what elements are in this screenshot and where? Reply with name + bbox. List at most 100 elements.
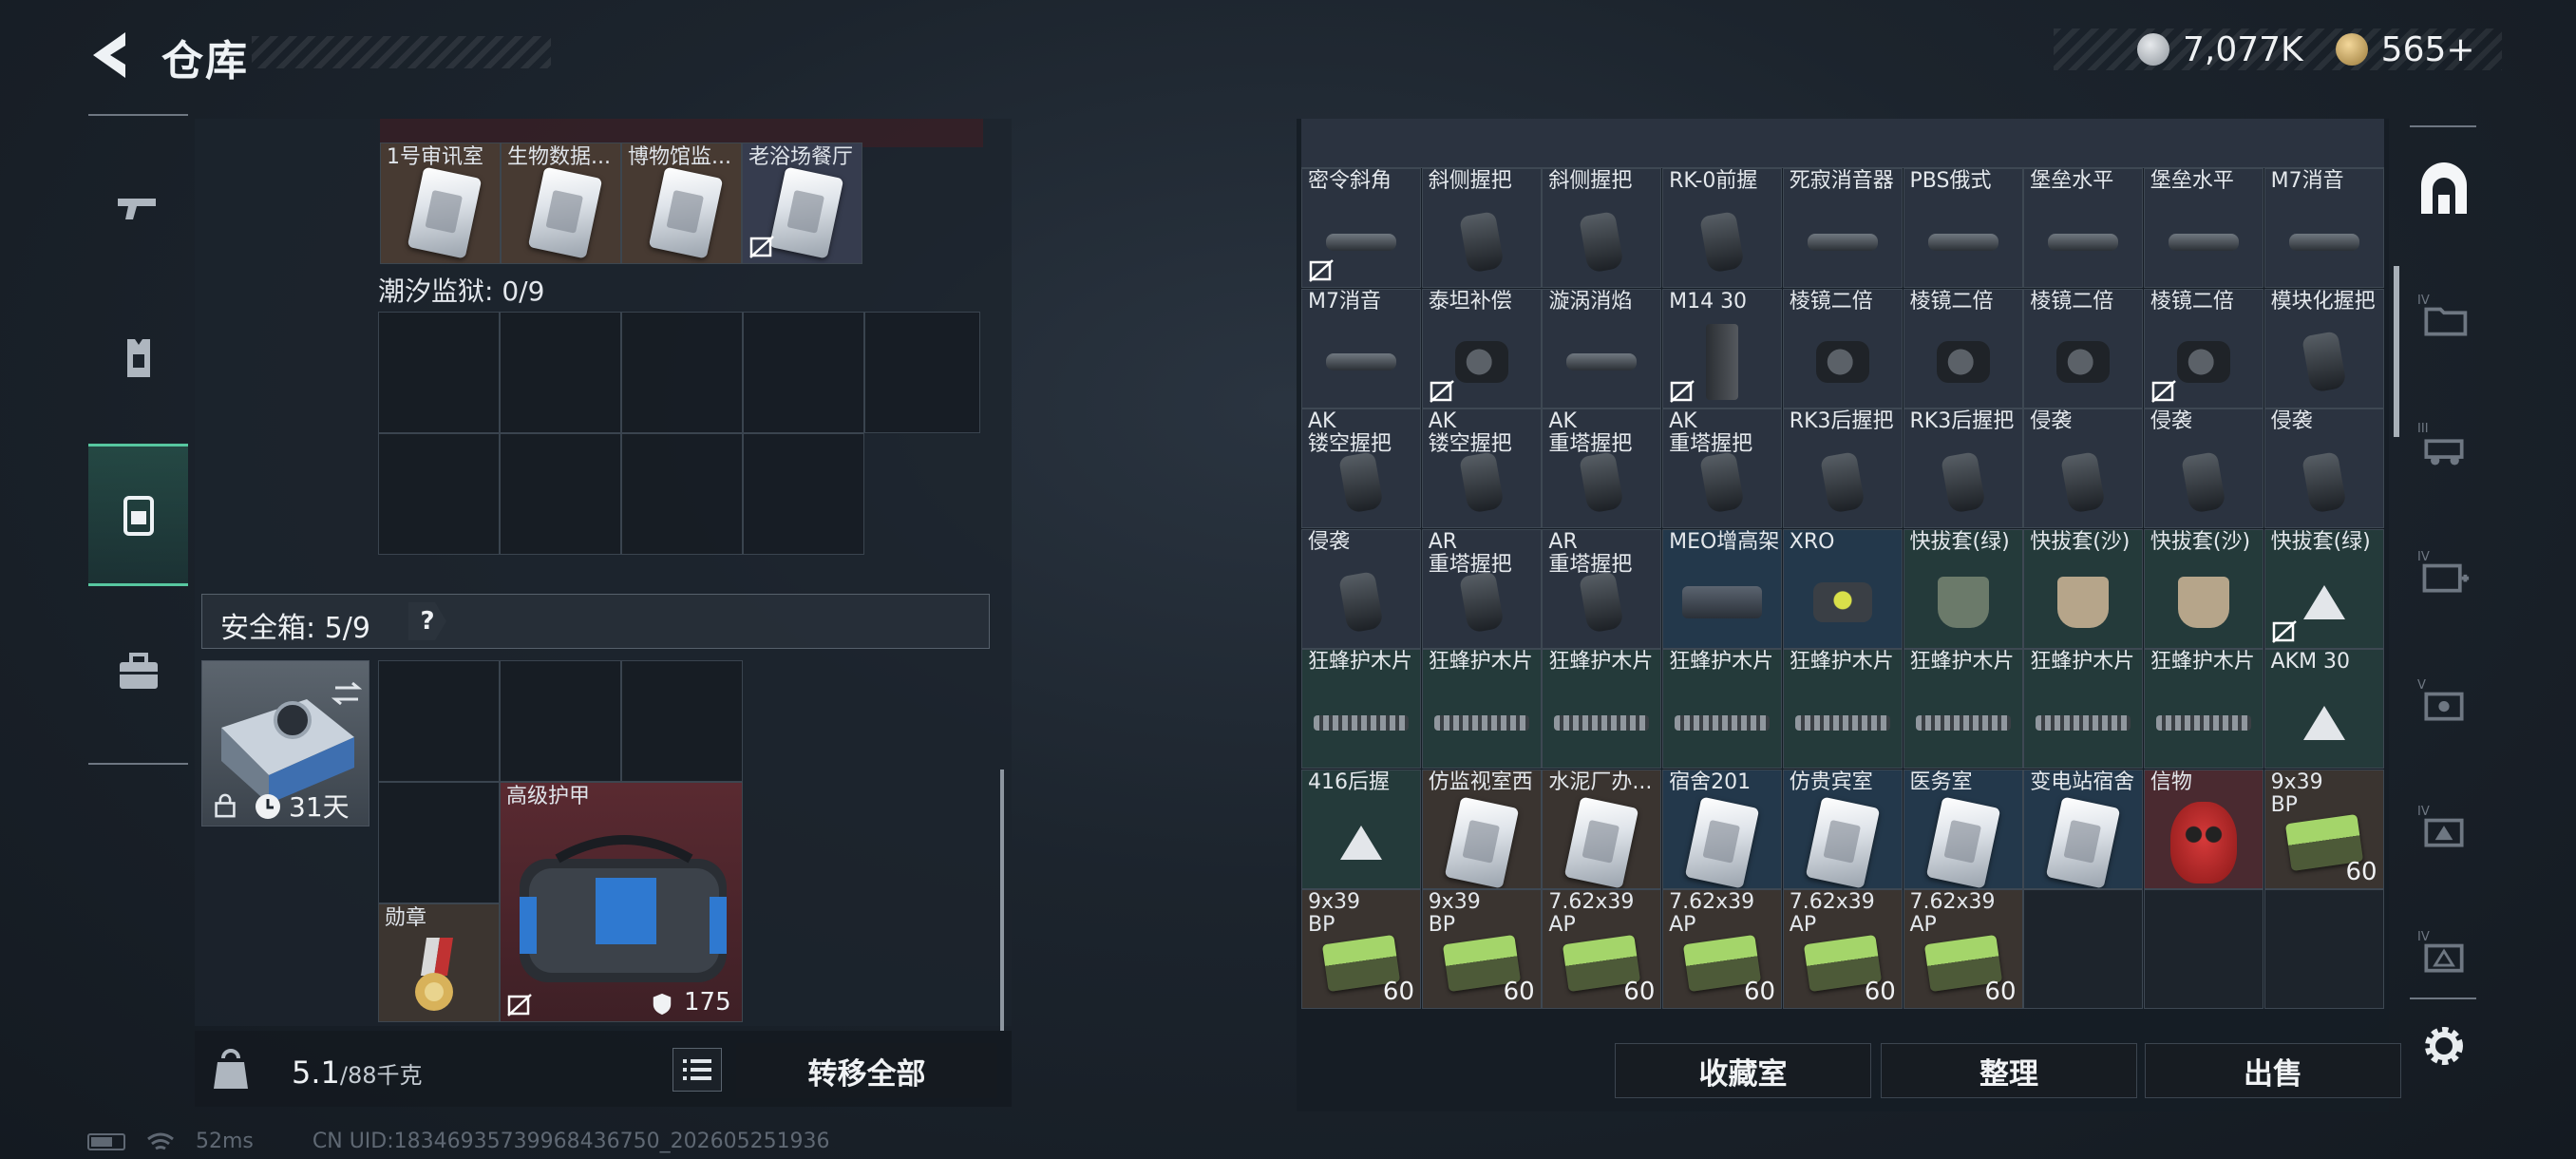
keycard-slot[interactable]: 生物数据... <box>501 142 621 264</box>
keycard-slot[interactable]: 老浴场餐厅 <box>742 142 862 264</box>
armor-item[interactable]: 高级护甲 <box>500 782 743 1022</box>
inventory-item[interactable]: 棱镜二倍 <box>1903 288 2023 408</box>
inventory-item[interactable]: 狂蜂护木片 <box>1782 649 1903 769</box>
empty-slot[interactable] <box>500 433 621 555</box>
inventory-item[interactable]: AR 重塔握把 <box>1421 528 1542 649</box>
inventory-item[interactable]: 快拔套(沙) <box>2023 528 2144 649</box>
filter-tier3-vehicle[interactable]: III <box>2413 413 2475 476</box>
inventory-item[interactable]: AK 镂空握把 <box>1301 408 1421 528</box>
backpack-scrollbar[interactable] <box>1000 770 1004 1031</box>
sell-button[interactable]: 出售 <box>2145 1043 2401 1098</box>
inventory-item[interactable]: 7.62x39 AP 60 <box>1542 889 1662 1009</box>
inventory-item[interactable]: 棱镜二倍 <box>2023 288 2144 408</box>
empty-slot[interactable] <box>500 312 621 433</box>
list-view-button[interactable] <box>672 1048 722 1092</box>
inventory-item[interactable]: PBS俄式 <box>1903 168 2023 288</box>
inventory-item[interactable]: XRO <box>1782 528 1903 649</box>
inventory-item[interactable]: 信物 <box>2143 769 2263 889</box>
tab-weapons[interactable] <box>88 135 188 277</box>
inventory-item[interactable]: 9x39 BP 60 <box>1421 889 1542 1009</box>
tab-backpack[interactable] <box>88 444 188 586</box>
filter-all[interactable] <box>2413 160 2475 222</box>
empty-slot[interactable] <box>864 312 980 433</box>
inventory-item[interactable]: RK3后握把 <box>1782 408 1903 528</box>
transfer-all-button[interactable]: 转移全部 <box>736 1043 997 1098</box>
empty-slot[interactable] <box>2143 889 2263 1009</box>
inventory-item[interactable]: 7.62x39 AP 60 <box>1903 889 2023 1009</box>
inventory-item[interactable]: 狂蜂护木片 <box>1903 649 2023 769</box>
keycard-slot[interactable]: 1号审讯室 <box>380 142 501 264</box>
settings-button[interactable] <box>2417 1019 2471 1073</box>
inventory-item[interactable]: 水泥厂办... <box>1542 769 1662 889</box>
inventory-item[interactable]: M7消音 <box>2263 168 2384 288</box>
inventory-item[interactable]: 侵袭 <box>2263 408 2384 528</box>
empty-slot[interactable] <box>2023 889 2144 1009</box>
inventory-item[interactable]: 快拔套(沙) <box>2143 528 2263 649</box>
empty-slot[interactable] <box>500 660 621 782</box>
warehouse-scrollbar[interactable] <box>2394 266 2399 437</box>
inventory-item[interactable]: M14 30 <box>1662 288 1783 408</box>
empty-slot[interactable] <box>2263 889 2384 1009</box>
inventory-item[interactable]: 堡垒水平 <box>2143 168 2263 288</box>
inventory-item[interactable]: 模块化握把 <box>2263 288 2384 408</box>
inventory-item[interactable]: 泰坦补偿 <box>1421 288 1542 408</box>
inventory-item[interactable]: 变电站宿舍 <box>2023 769 2144 889</box>
inventory-item[interactable]: 7.62x39 AP 60 <box>1782 889 1903 1009</box>
inventory-item[interactable]: 医务室 <box>1903 769 2023 889</box>
filter-tier4-misc[interactable]: IV <box>2413 922 2475 984</box>
empty-slot[interactable] <box>378 782 500 903</box>
inventory-item[interactable]: 侵袭 <box>2143 408 2263 528</box>
inventory-item[interactable]: AK 重塔握把 <box>1662 408 1783 528</box>
collection-room-button[interactable]: 收藏室 <box>1615 1043 1871 1098</box>
inventory-item[interactable]: AR 重塔握把 <box>1542 528 1662 649</box>
empty-slot[interactable] <box>743 312 864 433</box>
organize-button[interactable]: 整理 <box>1881 1043 2137 1098</box>
inventory-item[interactable]: MEO增高架 <box>1662 528 1783 649</box>
inventory-item[interactable]: AKM 30 <box>2263 649 2384 769</box>
inventory-item[interactable]: 棱镜二倍 <box>1782 288 1903 408</box>
inventory-item[interactable]: 宿舍201 <box>1662 769 1783 889</box>
inventory-item[interactable]: RK-0前握 <box>1662 168 1783 288</box>
inventory-item[interactable]: 仿监视室西 <box>1421 769 1542 889</box>
empty-slot[interactable] <box>743 433 864 555</box>
empty-slot[interactable] <box>621 660 743 782</box>
inventory-item[interactable]: AK 重塔握把 <box>1542 408 1662 528</box>
inventory-item[interactable]: 侵袭 <box>2023 408 2144 528</box>
empty-slot[interactable] <box>378 660 500 782</box>
inventory-item[interactable]: 狂蜂护木片 <box>1421 649 1542 769</box>
inventory-item[interactable]: 仿贵宾室 <box>1782 769 1903 889</box>
filter-tier4-folder[interactable]: IV <box>2413 285 2475 348</box>
inventory-item[interactable]: 侵袭 <box>1301 528 1421 649</box>
empty-slot[interactable] <box>378 433 500 555</box>
inventory-item[interactable]: 死寂消音器 <box>1782 168 1903 288</box>
inventory-item[interactable]: 狂蜂护木片 <box>1301 649 1421 769</box>
tab-case[interactable] <box>88 600 188 743</box>
inventory-item[interactable]: 狂蜂护木片 <box>1542 649 1662 769</box>
inventory-item[interactable]: 密令斜角 <box>1301 168 1421 288</box>
empty-slot[interactable] <box>621 433 743 555</box>
inventory-item[interactable]: AK 镂空握把 <box>1421 408 1542 528</box>
filter-tier5-gear[interactable]: V <box>2413 670 2475 732</box>
filter-tier4-medical[interactable]: IV <box>2413 542 2475 604</box>
empty-slot[interactable] <box>621 312 743 433</box>
inventory-item[interactable]: M7消音 <box>1301 288 1421 408</box>
inventory-item[interactable]: RK3后握把 <box>1903 408 2023 528</box>
inventory-item[interactable]: 9x39 BP 60 <box>2263 769 2384 889</box>
inventory-item[interactable]: 狂蜂护木片 <box>1662 649 1783 769</box>
tab-armor[interactable] <box>88 287 188 429</box>
empty-slot[interactable] <box>378 312 500 433</box>
inventory-item[interactable]: 堡垒水平 <box>2023 168 2144 288</box>
inventory-item[interactable]: 狂蜂护木片 <box>2143 649 2263 769</box>
filter-tier4-helmet[interactable]: IV <box>2413 796 2475 859</box>
inventory-item[interactable]: 7.62x39 AP 60 <box>1662 889 1783 1009</box>
inventory-item[interactable]: 快拔套(绿) <box>2263 528 2384 649</box>
inventory-item[interactable]: 斜侧握把 <box>1421 168 1542 288</box>
gold-amount[interactable]: 565+ <box>2381 30 2475 69</box>
inventory-item[interactable]: 斜侧握把 <box>1542 168 1662 288</box>
inventory-item[interactable]: 狂蜂护木片 <box>2023 649 2144 769</box>
inventory-item[interactable]: 漩涡消焰 <box>1542 288 1662 408</box>
inventory-item[interactable]: 416后握 <box>1301 769 1421 889</box>
back-button[interactable] <box>85 27 142 84</box>
keycard-slot[interactable]: 博物馆监... <box>621 142 742 264</box>
medal-item[interactable]: 勋章 <box>378 903 500 1022</box>
